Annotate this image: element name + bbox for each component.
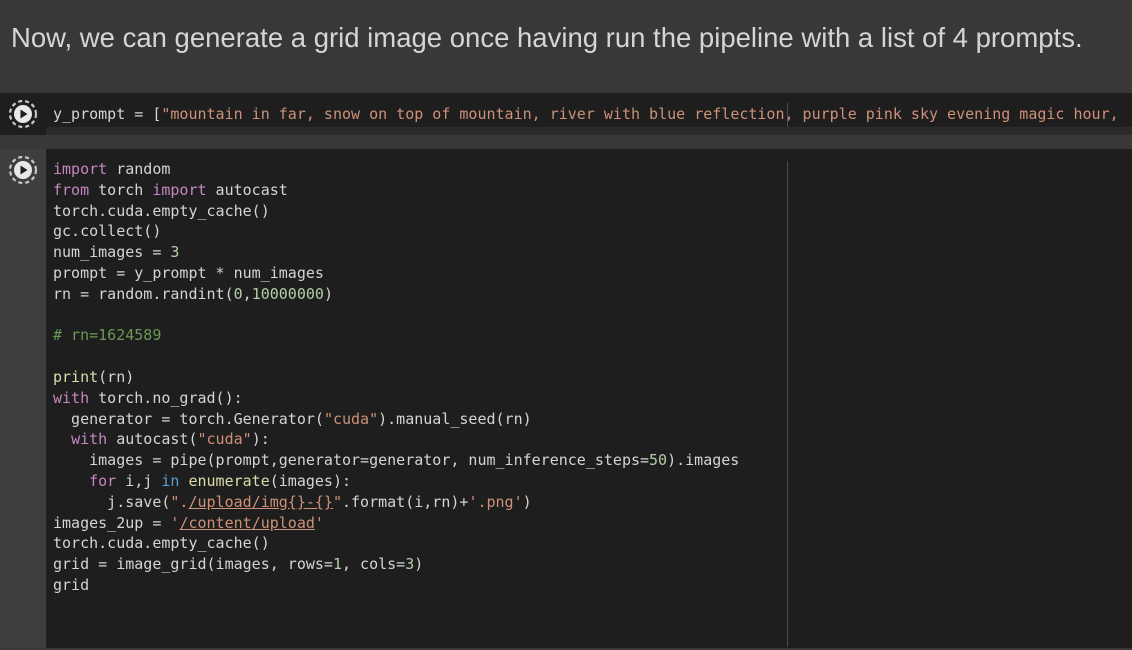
cell-separator xyxy=(0,135,1132,149)
horizontal-scrollbar[interactable] xyxy=(46,127,1132,135)
cell-gutter xyxy=(0,149,46,648)
markdown-cell[interactable]: Now, we can generate a grid image once h… xyxy=(0,0,1132,92)
code-cell-prompt[interactable]: y_prompt = ["mountain in far, snow on to… xyxy=(0,93,1132,135)
line-length-ruler xyxy=(787,103,788,127)
code-editor[interactable]: import random from torch import autocast… xyxy=(53,159,739,596)
line-length-ruler xyxy=(787,161,788,647)
run-cell-icon xyxy=(8,155,38,185)
code-cell-generate[interactable]: import random from torch import autocast… xyxy=(0,149,1132,648)
markdown-text: Now, we can generate a grid image once h… xyxy=(11,22,1083,53)
run-cell-button[interactable] xyxy=(8,99,38,129)
code-line[interactable]: y_prompt = ["mountain in far, snow on to… xyxy=(53,104,1119,125)
run-cell-icon xyxy=(8,99,38,129)
run-cell-button[interactable] xyxy=(8,155,38,185)
